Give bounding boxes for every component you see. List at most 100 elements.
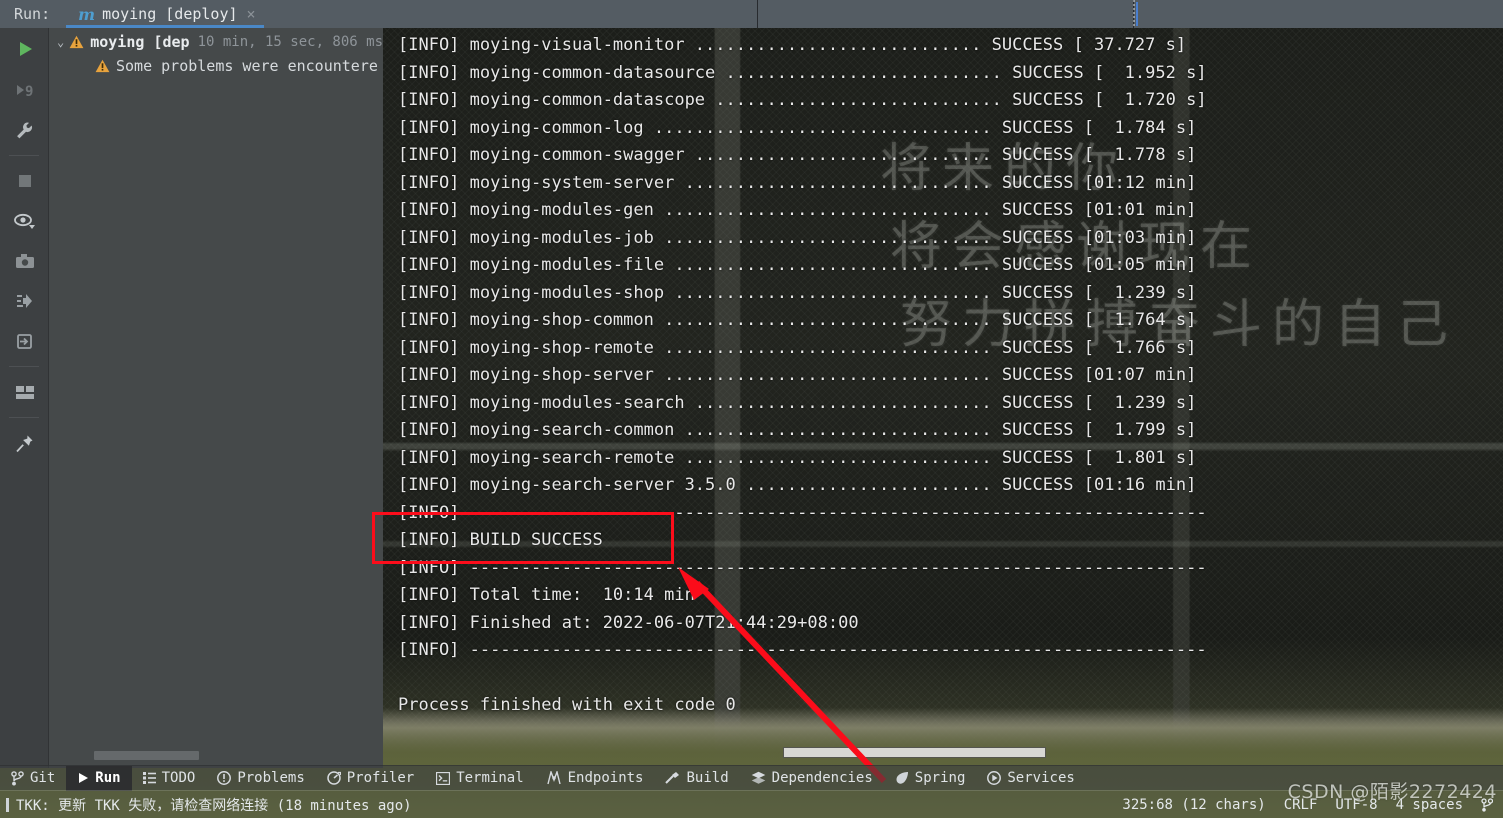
console-line: [INFO] Finished at: 2022-06-07T21:44:29+… <box>398 612 859 633</box>
tool-btn-spring[interactable]: Spring <box>884 766 977 791</box>
console-line: [INFO] moying-modules-shop .............… <box>398 282 1197 303</box>
git-branch-icon <box>11 770 24 785</box>
topbar-divider-1 <box>757 0 758 28</box>
console-line: [INFO] moying-modules-search ...........… <box>398 392 1197 413</box>
console-line: [INFO] moying-modules-gen ..............… <box>398 200 1197 220</box>
tool-btn-dependencies[interactable]: Dependencies <box>740 766 884 791</box>
tool-btn-label: Problems <box>237 770 305 786</box>
console-line: [INFO] moying-common-datasource ........… <box>398 62 1207 83</box>
console-line: [INFO] moying-shop-remote ..............… <box>398 337 1197 358</box>
tool-btn-label: Endpoints <box>567 770 644 786</box>
git-branch-icon[interactable] <box>1481 797 1493 812</box>
run-play-icon <box>79 773 89 783</box>
tool-btn-profiler[interactable]: Profiler <box>316 766 425 791</box>
build-tree-panel[interactable]: ⌄ moying [dep 10 min, 15 sec, 806 ms Som… <box>49 28 383 768</box>
tool-btn-label: Build <box>686 770 729 786</box>
tool-btn-services[interactable]: Services <box>976 766 1085 791</box>
console-line: Process finished with exit code 0 <box>398 695 736 715</box>
eye-filter-icon[interactable] <box>0 201 49 241</box>
run-tool-window-header: Run: m moying [deploy] × <box>0 0 1503 28</box>
console-horizontal-scrollbar[interactable] <box>783 747 1046 758</box>
tree-root-duration: 10 min, 15 sec, 806 ms <box>197 34 383 50</box>
todo-list-icon <box>142 772 156 784</box>
svg-text:9: 9 <box>25 84 33 99</box>
tree-horizontal-scrollbar[interactable] <box>94 751 199 760</box>
console-line: [INFO] ---------------------------------… <box>398 557 1207 578</box>
tab-label: moying [deploy] <box>102 5 238 23</box>
tool-btn-todo[interactable]: TODO <box>132 766 207 791</box>
tool-btn-terminal[interactable]: Terminal <box>425 766 534 791</box>
console-line: [INFO] moying-shop-server ..............… <box>398 365 1197 385</box>
console-line: [INFO] ---------------------------------… <box>398 640 1207 660</box>
console-line: [INFO] moying-search-remote ............… <box>398 447 1197 468</box>
tree-row-child[interactable]: Some problems were encountere <box>49 54 383 78</box>
line-separator[interactable]: CRLF <box>1284 797 1318 813</box>
rail-separator-3 <box>9 417 39 418</box>
caret-position[interactable]: 325:68 (12 chars) <box>1122 797 1265 813</box>
endpoints-icon <box>546 771 561 785</box>
build-hammer-icon <box>665 772 680 784</box>
tab-moying-deploy[interactable]: m moying [deploy] × <box>66 0 265 28</box>
scroll-to-end-icon[interactable] <box>0 281 49 321</box>
console-line: [INFO] moying-common-log ...............… <box>398 117 1197 138</box>
tree-row-root[interactable]: ⌄ moying [dep 10 min, 15 sec, 806 ms <box>49 30 383 54</box>
run-toolbar-rail: 9 <box>0 28 49 768</box>
console-text: [INFO] moying-visual-monitor ...........… <box>398 32 1503 720</box>
tool-btn-problems[interactable]: Problems <box>206 766 315 791</box>
file-encoding[interactable]: UTF-8 <box>1335 797 1377 813</box>
tool-btn-label: Dependencies <box>771 770 873 786</box>
layout-icon[interactable] <box>0 372 49 412</box>
tool-btn-label: Profiler <box>346 770 415 786</box>
tool-window-bar: Git Run TODO Problems Profiler Terminal … <box>0 765 1503 791</box>
close-icon[interactable]: × <box>247 5 256 23</box>
console-line: [INFO] moying-visual-monitor ...........… <box>398 35 1187 55</box>
rail-separator-1 <box>9 155 39 156</box>
services-play-icon <box>987 771 1002 785</box>
problems-exclamation-icon <box>217 771 232 785</box>
tool-btn-label: Terminal <box>456 770 524 786</box>
console-line: [INFO] ---------------------------------… <box>398 502 1207 523</box>
terminal-icon <box>436 771 451 785</box>
status-bar: TKK: 更新 TKK 失败，请检查网络连接 (18 minutes ago) … <box>0 790 1503 818</box>
console-line: [INFO] moying-system-server ............… <box>398 172 1197 193</box>
profiler-gauge-icon <box>327 771 341 785</box>
tree-root-label: moying [dep <box>90 33 190 51</box>
run-window-label: Run: <box>14 5 51 23</box>
console-line: [INFO] moying-search-server 3.5.0 ......… <box>398 475 1197 495</box>
console-line: [INFO] moying-modules-file .............… <box>398 255 1197 275</box>
tree-child-label: Some problems were encountere <box>116 57 378 75</box>
status-message[interactable]: TKK: 更新 TKK 失败，请检查网络连接 (18 minutes ago) <box>16 795 412 815</box>
dependencies-layers-icon <box>751 771 765 784</box>
rerun-failed-icon[interactable]: 9 <box>0 70 49 110</box>
tool-btn-run[interactable]: Run <box>66 765 132 791</box>
tool-btn-build[interactable]: Build <box>654 766 739 791</box>
tool-btn-label: TODO <box>161 770 196 786</box>
rail-separator-2 <box>9 366 39 367</box>
pin-icon[interactable] <box>0 423 49 463</box>
console-line: [INFO] moying-modules-job ..............… <box>398 227 1197 248</box>
run-icon[interactable] <box>0 28 49 70</box>
console-line: [INFO] moying-common-swagger ...........… <box>398 145 1197 165</box>
tool-btn-git[interactable]: Git <box>0 766 66 791</box>
console-line: [INFO] moying-common-datascope .........… <box>398 90 1207 110</box>
indent-setting[interactable]: 4 spaces <box>1396 797 1463 813</box>
status-indicator-icon <box>6 797 9 812</box>
print-export-icon[interactable] <box>0 321 49 361</box>
console-line: [INFO] moying-search-common ............… <box>398 420 1197 440</box>
tool-btn-endpoints[interactable]: Endpoints <box>535 766 655 791</box>
camera-soft-wrap-icon[interactable] <box>0 241 49 281</box>
topbar-drag-handle[interactable] <box>1133 0 1135 28</box>
tool-btn-label: Services <box>1007 770 1075 786</box>
stop-icon[interactable] <box>0 161 49 201</box>
console-line: [INFO] moying-shop-common ..............… <box>398 310 1197 330</box>
console-line: [INFO] BUILD SUCCESS <box>398 530 603 550</box>
build-console-output[interactable]: [INFO] moying-visual-monitor ...........… <box>383 28 1503 768</box>
chevron-down-icon[interactable]: ⌄ <box>57 35 69 49</box>
warning-icon <box>69 35 84 49</box>
wrench-settings-icon[interactable] <box>0 110 49 150</box>
warning-icon <box>95 59 110 73</box>
maven-m-icon: m <box>78 4 96 24</box>
spring-leaf-icon <box>896 772 908 784</box>
tool-btn-label: Spring <box>914 770 966 786</box>
